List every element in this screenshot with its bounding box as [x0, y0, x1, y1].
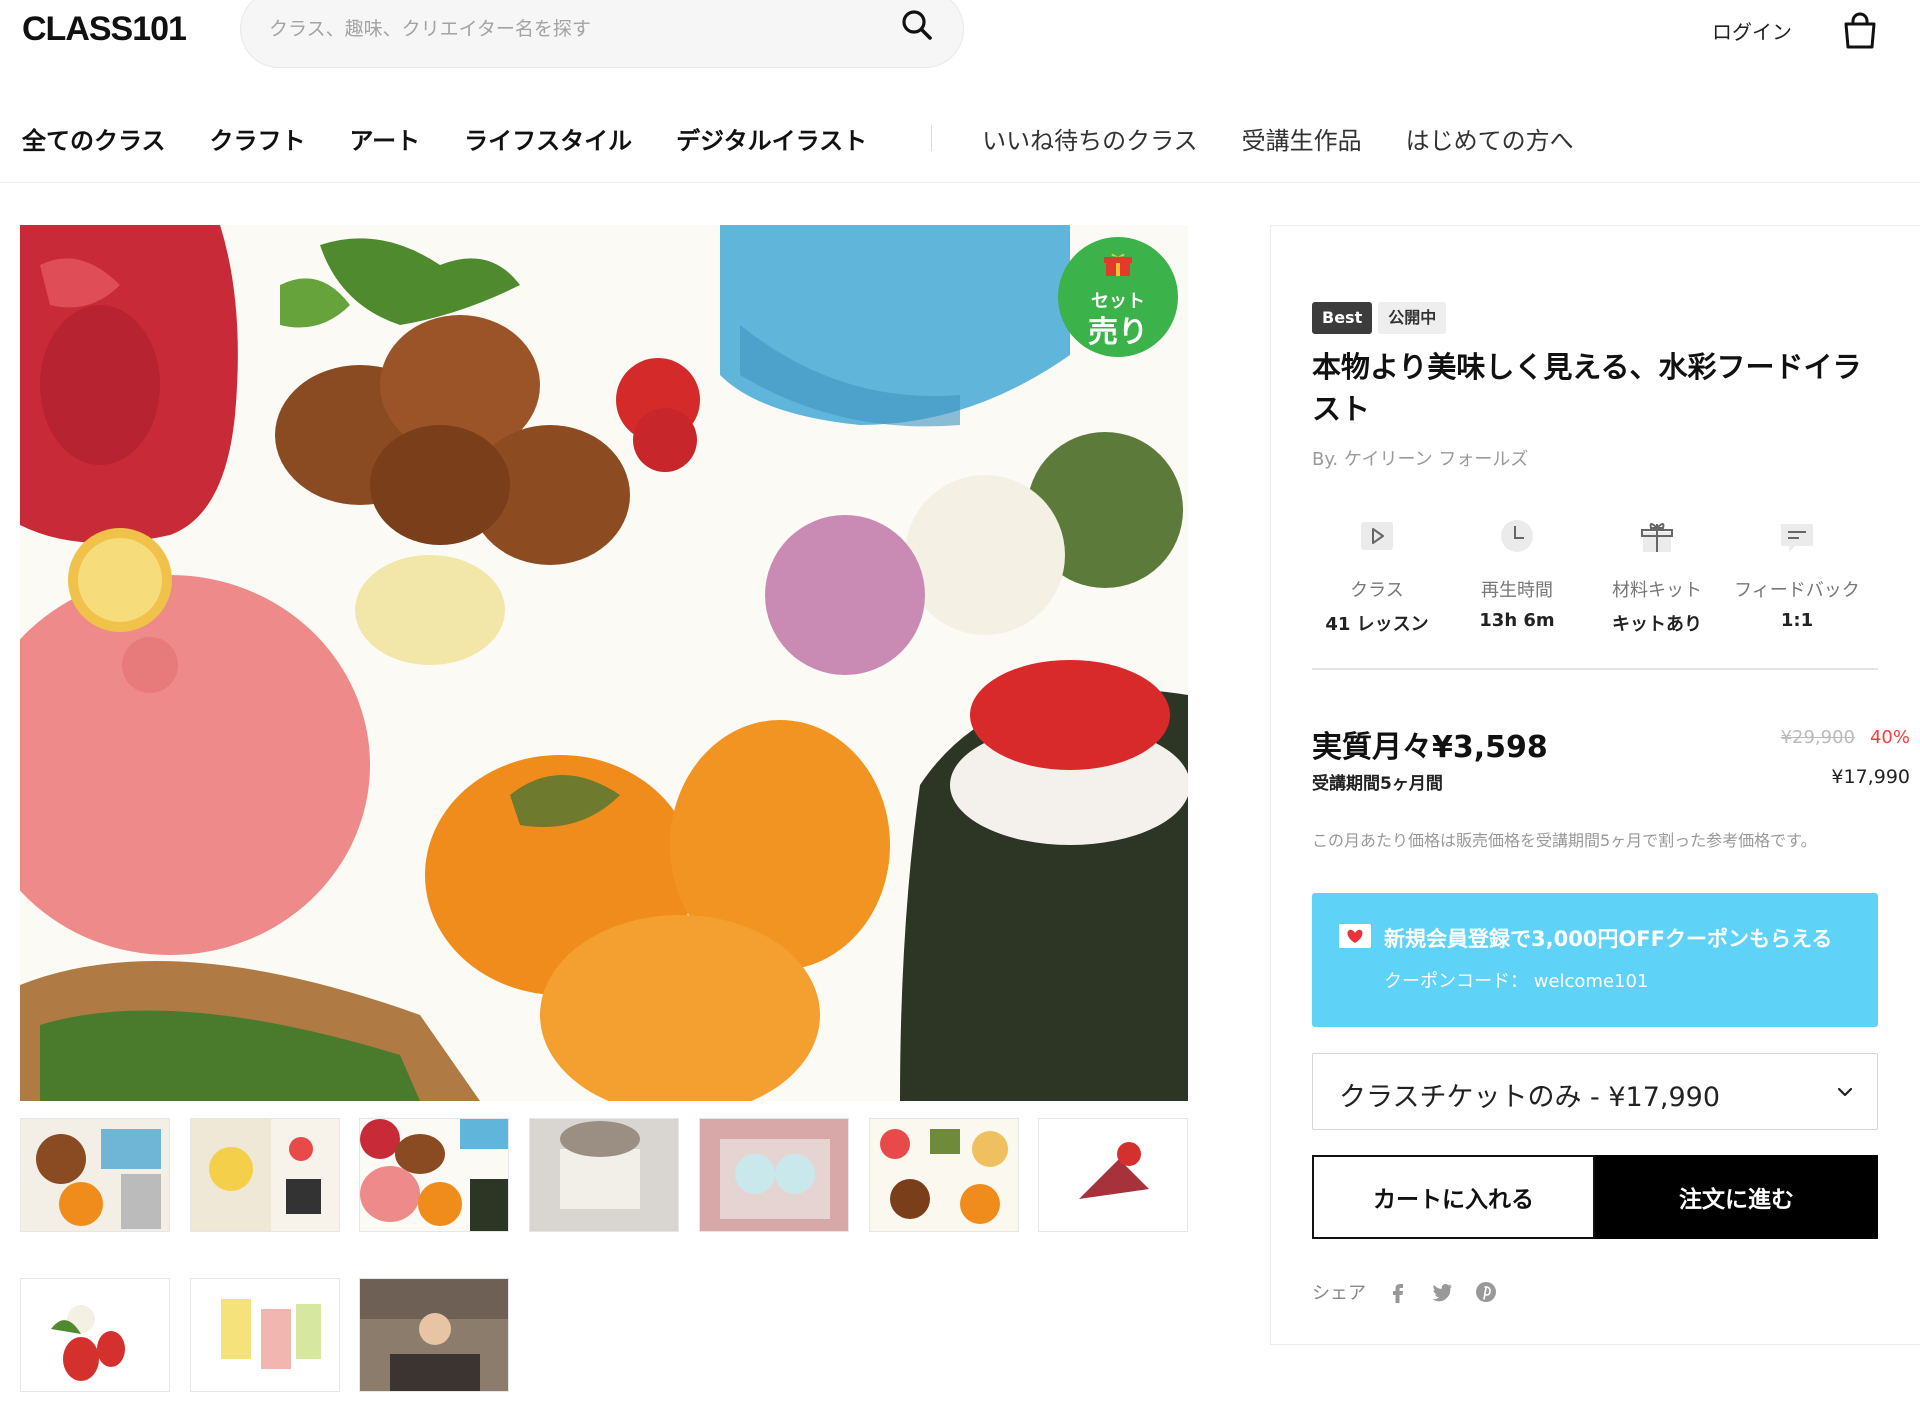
search-input[interactable] — [269, 9, 869, 49]
chevron-down-icon — [1837, 1087, 1853, 1097]
chat-icon — [1781, 524, 1813, 552]
clock-icon — [1501, 520, 1533, 552]
nav-first-time[interactable]: はじめての方へ — [1406, 121, 1574, 156]
stat-kit: 材料キット キットあり — [1587, 516, 1727, 636]
thumbnail[interactable] — [1038, 1118, 1188, 1232]
set-sale-badge: セット 売り — [1058, 237, 1178, 357]
coupon-title: 新規会員登録で3,000円OFFクーポンもらえる — [1384, 927, 1833, 951]
thumbnail[interactable] — [190, 1278, 340, 1392]
original-price: ¥29,900 — [1780, 727, 1855, 748]
add-to-cart-button[interactable]: カートに入れる — [1312, 1155, 1595, 1239]
nav-all-classes[interactable]: 全てのクラス — [22, 121, 166, 156]
twitter-icon[interactable] — [1430, 1280, 1454, 1304]
search-icon[interactable] — [897, 5, 937, 45]
order-button[interactable]: 注文に進む — [1595, 1155, 1878, 1239]
thumbnail[interactable] — [20, 1278, 170, 1392]
class-info-panel: Best 公開中 本物より美味しく見える、水彩フードイラスト By. ケイリーン… — [1270, 225, 1920, 1345]
gift-icon — [1641, 523, 1673, 552]
thumbnail[interactable] — [20, 1118, 170, 1232]
heart-letter-icon — [1339, 924, 1371, 948]
nav-digital-illust[interactable]: デジタルイラスト — [676, 121, 867, 156]
badge-row: Best 公開中 — [1312, 302, 1452, 334]
nav-divider — [931, 125, 933, 151]
nav-craft[interactable]: クラフト — [210, 121, 306, 156]
search-bar[interactable] — [240, 0, 964, 68]
stat-feedback: フィードバック 1:1 — [1727, 516, 1867, 636]
food-illustration — [20, 225, 1188, 1101]
class-cover-image: セット 売り — [20, 225, 1188, 1101]
option-select[interactable]: クラスチケットのみ - ¥17,990 — [1312, 1053, 1878, 1130]
thumbnail[interactable] — [529, 1118, 679, 1232]
thumbnail[interactable] — [359, 1118, 509, 1232]
nav-lifestyle[interactable]: ライフスタイル — [464, 121, 632, 156]
site-header: CLASS101 ログイン 全てのクラス クラフト アート ライフスタイル デジ… — [0, 0, 1920, 183]
share-row: シェア — [1312, 1279, 1518, 1305]
logo[interactable]: CLASS101 — [22, 10, 187, 49]
sale-price: ¥17,990 — [1831, 766, 1910, 788]
coupon-banner[interactable]: 新規会員登録で3,000円OFFクーポンもらえる クーポンコード： welcom… — [1312, 893, 1878, 1027]
best-badge: Best — [1312, 302, 1373, 334]
divider — [1312, 668, 1878, 670]
nav-student-works[interactable]: 受講生作品 — [1242, 121, 1362, 156]
status-badge: 公開中 — [1378, 302, 1447, 334]
category-nav: 全てのクラス クラフト アート ライフスタイル デジタルイラスト いいね待ちのク… — [22, 116, 1618, 160]
thumbnail[interactable] — [190, 1118, 340, 1232]
play-icon — [1361, 522, 1393, 550]
facebook-icon[interactable] — [1386, 1280, 1410, 1304]
price-note: この月あたり価格は販売価格を受講期間5ヶ月で割った参考価格です。 — [1312, 831, 1817, 850]
class-stats: クラス 41 レッスン 再生時間 13h 6m 材料キット キットあり フィード… — [1307, 516, 1867, 636]
stat-lessons: クラス 41 レッスン — [1307, 516, 1447, 636]
monthly-price: 実質月々¥3,598 — [1312, 730, 1548, 765]
thumbnail[interactable] — [699, 1118, 849, 1232]
stat-duration: 再生時間 13h 6m — [1447, 516, 1587, 636]
nav-waiting-classes[interactable]: いいね待ちのクラス — [982, 121, 1198, 156]
set-badge-bottom-text: 売り — [1088, 315, 1148, 350]
share-label: シェア — [1312, 1283, 1366, 1304]
author-name[interactable]: By. ケイリーン フォールズ — [1312, 445, 1528, 471]
class-title: 本物より美味しく見える、水彩フードイラスト — [1312, 350, 1862, 426]
gift-icon — [1104, 253, 1132, 276]
login-link[interactable]: ログイン — [1712, 16, 1792, 45]
course-period: 受講期間5ヶ月間 — [1312, 774, 1443, 794]
pinterest-icon[interactable] — [1474, 1280, 1498, 1304]
cart-icon[interactable] — [1842, 12, 1878, 50]
nav-art[interactable]: アート — [350, 121, 421, 156]
coupon-code: クーポンコード： welcome101 — [1384, 971, 1649, 992]
option-selected-value: クラスチケットのみ - ¥17,990 — [1339, 1082, 1721, 1113]
discount-rate: 40% — [1869, 727, 1910, 748]
thumbnail[interactable] — [869, 1118, 1019, 1232]
thumbnail[interactable] — [359, 1278, 509, 1392]
